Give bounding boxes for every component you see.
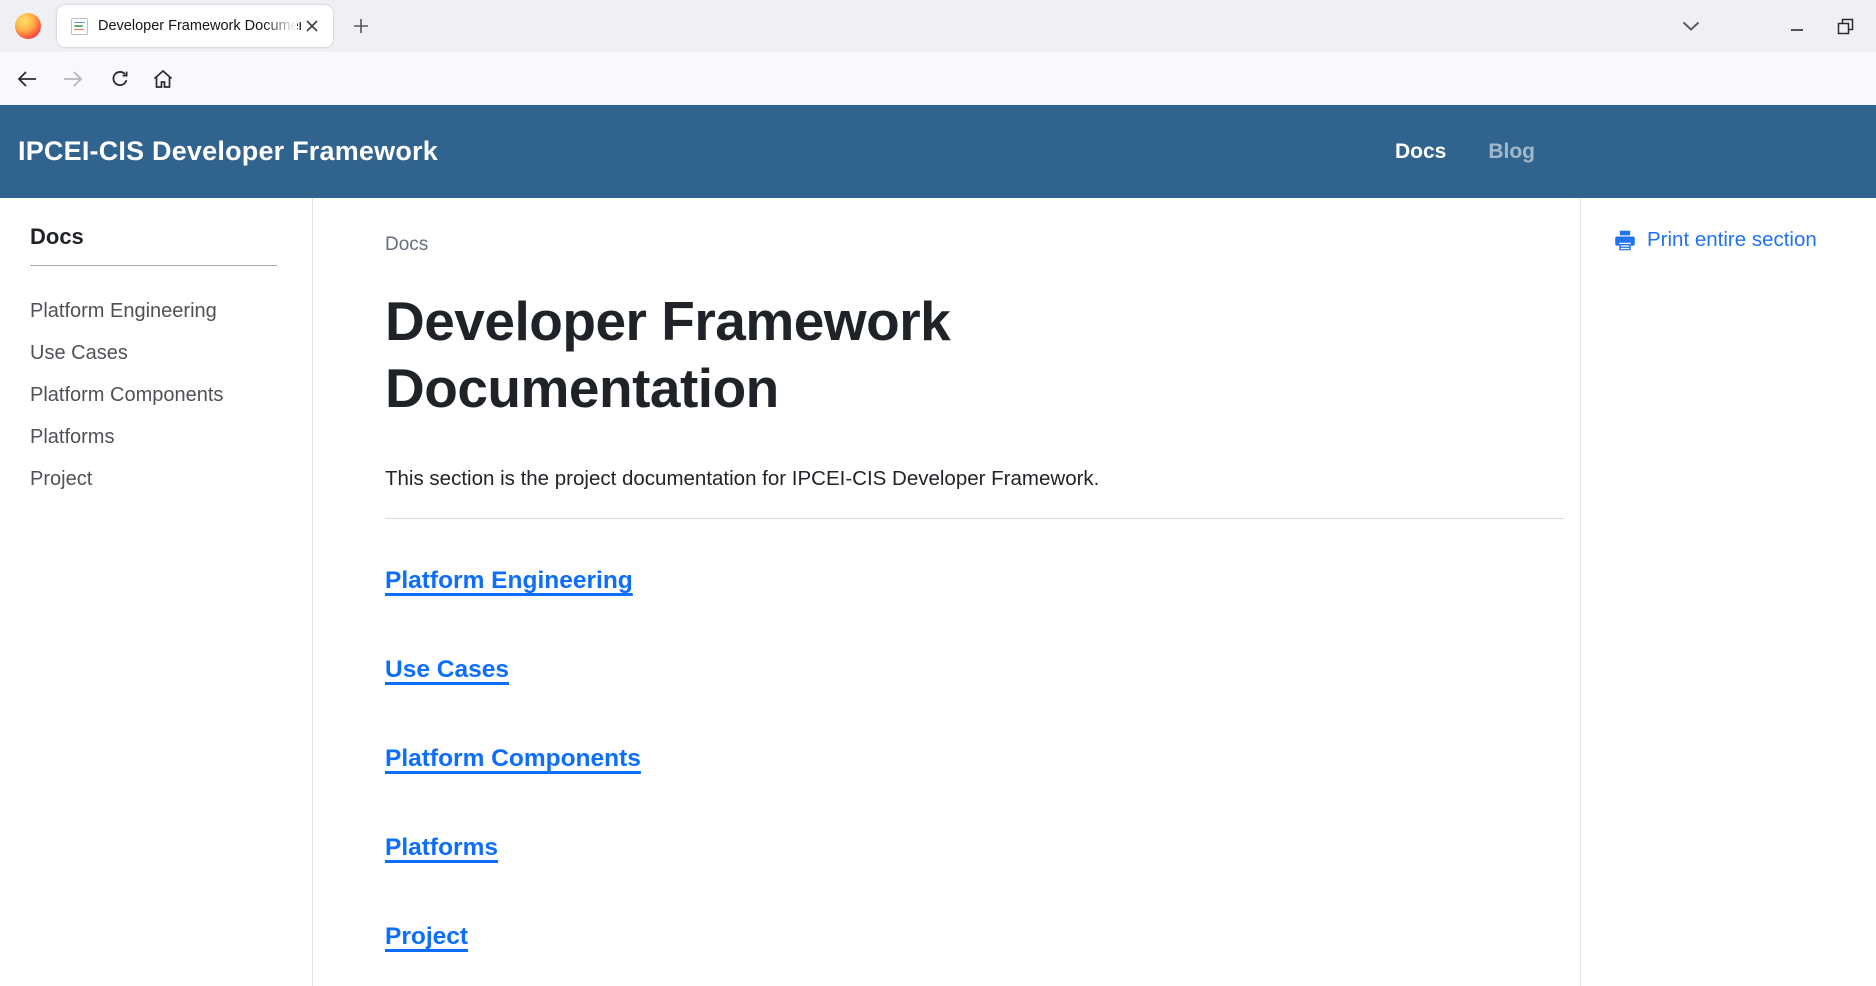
sidebar-heading: Docs (30, 224, 292, 250)
home-button[interactable] (146, 62, 180, 96)
back-button[interactable] (10, 62, 44, 96)
sidebar-item-platform-engineering[interactable]: Platform Engineering (30, 290, 292, 332)
tab-title-fade (263, 17, 297, 37)
minimize-button[interactable] (1780, 9, 1814, 43)
section-link-platforms[interactable]: Platforms (385, 834, 1564, 862)
tab-close-icon[interactable] (301, 15, 323, 37)
nav-blog-link[interactable]: Blog (1488, 140, 1535, 164)
sidebar-divider (30, 265, 277, 266)
page-title: Developer Framework Documentation (385, 288, 1285, 421)
reload-button[interactable] (103, 62, 137, 96)
site-title[interactable]: IPCEI-CIS Developer Framework (18, 136, 438, 167)
section-link-use-cases[interactable]: Use Cases (385, 656, 1564, 684)
nav-docs-link[interactable]: Docs (1395, 140, 1446, 164)
tab-strip: Developer Framework Documentation (0, 0, 1876, 52)
print-section-label: Print entire section (1647, 228, 1817, 252)
firefox-logo-icon[interactable] (15, 13, 41, 39)
print-section-link[interactable]: Print entire section (1613, 228, 1876, 252)
browser-tab[interactable]: Developer Framework Documentation (57, 5, 333, 47)
forward-button[interactable] (56, 62, 90, 96)
right-column: Print entire section (1580, 198, 1876, 986)
list-tabs-chevron-icon[interactable] (1674, 9, 1708, 43)
restore-window-button[interactable] (1828, 9, 1862, 43)
sidebar-item-platform-components[interactable]: Platform Components (30, 374, 292, 416)
sidebar-nav: Platform Engineering Use Cases Platform … (30, 290, 292, 500)
section-link-platform-components[interactable]: Platform Components (385, 745, 1564, 773)
breadcrumb[interactable]: Docs (385, 234, 1564, 256)
page-favicon-icon (71, 18, 88, 35)
browser-window: Developer Framework Documentation (0, 0, 1876, 986)
page-content: Docs Platform Engineering Use Cases Plat… (0, 198, 1876, 986)
sidebar-item-platforms[interactable]: Platforms (30, 416, 292, 458)
docs-sidebar: Docs Platform Engineering Use Cases Plat… (0, 198, 313, 986)
new-tab-button[interactable] (348, 13, 374, 39)
site-header: IPCEI-CIS Developer Framework Docs Blog (0, 105, 1876, 198)
section-link-platform-engineering[interactable]: Platform Engineering (385, 567, 1564, 595)
printer-icon (1613, 229, 1637, 252)
sidebar-item-project[interactable]: Project (30, 458, 292, 500)
main-content: Docs Developer Framework Documentation T… (385, 198, 1564, 986)
site-nav: Docs Blog (1395, 105, 1535, 198)
navigation-toolbar: localhost:1313/docs/ 117% Z (0, 52, 1876, 105)
sidebar-item-use-cases[interactable]: Use Cases (30, 332, 292, 374)
section-link-list: Platform Engineering Use Cases Platform … (385, 567, 1564, 951)
section-link-project[interactable]: Project (385, 923, 1564, 951)
window-controls (1674, 0, 1876, 52)
content-divider (385, 518, 1564, 519)
intro-text: This section is the project documentatio… (385, 467, 1564, 491)
